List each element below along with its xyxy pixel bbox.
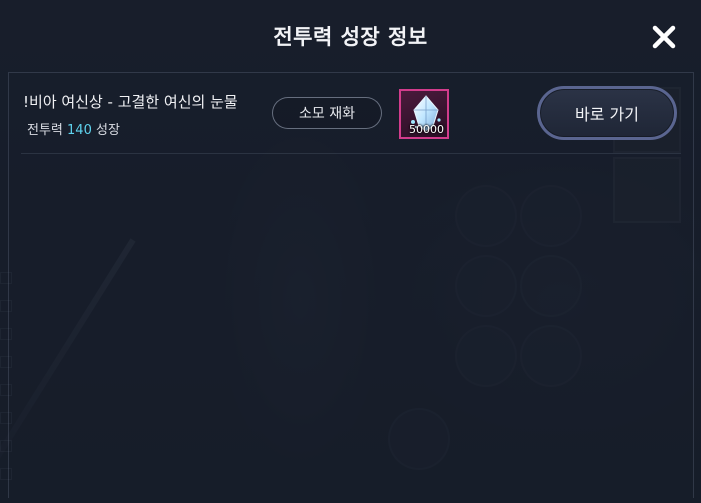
growth-value: 140 [67,123,92,138]
growth-prefix: 전투력 [27,123,63,138]
entry-name: !비아 여신상 - 고결한 여신의 눈물 [23,93,238,111]
growth-entry: !비아 여신상 - 고결한 여신의 눈물 전투력 140 성장 소모 재화 50… [21,73,681,154]
dialog-header: 전투력 성장 정보 [0,0,701,72]
material-cost-label: 소모 재화 [272,97,382,129]
growth-info-dialog: 전투력 성장 정보 !비아 여신상 - 고결한 여신의 눈물 전투력 140 성… [0,0,701,503]
growth-suffix: 성장 [96,123,120,138]
dialog-title: 전투력 성장 정보 [273,25,428,49]
material-item-slot[interactable]: 50000 [399,89,449,139]
close-button[interactable] [649,22,679,52]
go-to-button[interactable]: 바로 가기 [537,86,677,140]
material-item-count: 50000 [409,123,444,136]
growth-list: !비아 여신상 - 고결한 여신의 눈물 전투력 140 성장 소모 재화 50… [8,72,694,498]
entry-growth: 전투력 140 성장 [27,119,120,138]
close-icon [652,25,676,49]
